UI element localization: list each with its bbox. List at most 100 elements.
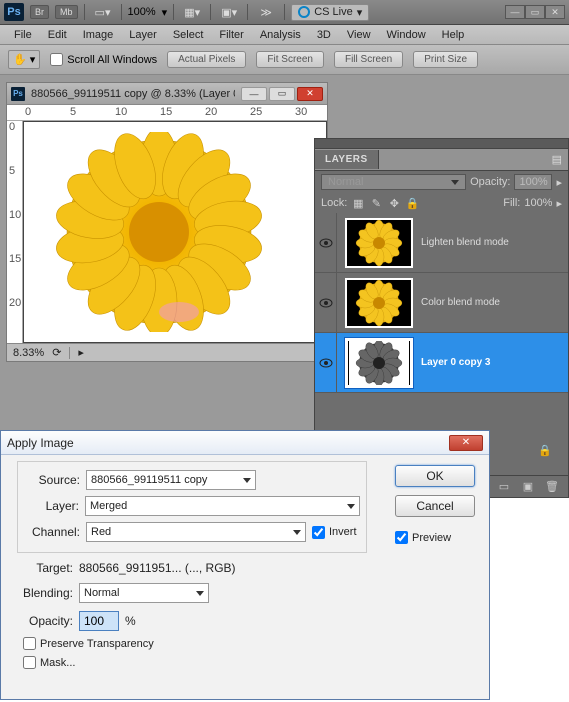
more-icon[interactable]: ≫ — [254, 3, 278, 21]
fill-screen-button[interactable]: Fill Screen — [334, 51, 403, 68]
fill-field[interactable]: 100% — [524, 197, 552, 209]
menu-analysis[interactable]: Analysis — [252, 26, 309, 44]
fit-screen-button[interactable]: Fit Screen — [256, 51, 324, 68]
status-arrow-icon[interactable]: ⟳ — [52, 346, 61, 359]
panel-menu-icon[interactable]: ▤ — [546, 153, 568, 166]
options-bar: ✋ ▾ Scroll All Windows Actual Pixels Fit… — [0, 45, 569, 75]
document-title: 880566_99119511 copy @ 8.33% (Layer 0 c.… — [31, 88, 235, 100]
actual-pixels-button[interactable]: Actual Pixels — [167, 51, 246, 68]
doc-close[interactable]: ✕ — [297, 87, 323, 101]
photoshop-icon: Ps — [4, 3, 24, 21]
layer-name[interactable]: Lighten blend mode — [421, 237, 509, 248]
menu-file[interactable]: File — [6, 26, 40, 44]
preserve-checkbox[interactable]: Preserve Transparency — [23, 637, 154, 650]
app-maximize[interactable]: ▭ — [525, 5, 545, 19]
app-close[interactable]: ✕ — [545, 5, 565, 19]
hand-tool-icon[interactable]: ✋ ▾ — [8, 50, 40, 69]
preview-checkbox[interactable]: Preview — [395, 531, 475, 544]
app-zoom[interactable]: 100% — [128, 6, 156, 18]
menu-layer[interactable]: Layer — [121, 26, 165, 44]
layer-row[interactable]: Layer 0 copy 3 — [315, 333, 568, 393]
menu-3d[interactable]: 3D — [309, 26, 339, 44]
status-info-icon[interactable]: ▸ — [78, 346, 84, 359]
menu-window[interactable]: Window — [379, 26, 434, 44]
canvas[interactable] — [23, 121, 327, 343]
source-label: Source: — [24, 473, 80, 487]
channel-select[interactable]: Red — [86, 522, 306, 542]
menu-select[interactable]: Select — [165, 26, 212, 44]
channel-label: Channel: — [24, 525, 80, 539]
layer-thumbnail[interactable] — [345, 338, 413, 388]
doc-maximize[interactable]: ▭ — [269, 87, 295, 101]
app-window-buttons: ― ▭ ✕ — [505, 5, 565, 19]
blending-label: Blending: — [17, 586, 73, 600]
layer-row[interactable]: Lighten blend mode — [315, 213, 568, 273]
lock-label: Lock: — [321, 197, 347, 209]
new-layer-icon[interactable]: ▣ — [520, 480, 536, 494]
menu-image[interactable]: Image — [75, 26, 122, 44]
layer-group-icon[interactable]: ▭ — [496, 480, 512, 494]
document-icon: Ps — [11, 87, 25, 101]
document-window: Ps 880566_99119511 copy @ 8.33% (Layer 0… — [6, 82, 328, 362]
lock-transparency-icon[interactable]: ▦ — [351, 196, 365, 210]
cslive-button[interactable]: CS Live▾ — [291, 4, 369, 21]
panel-grip[interactable] — [315, 139, 568, 149]
layer-thumbnail[interactable] — [345, 278, 413, 328]
print-size-button[interactable]: Print Size — [413, 51, 478, 68]
ruler-vertical[interactable]: 0 5 10 15 20 — [7, 121, 23, 343]
flower-image — [54, 132, 264, 332]
visibility-toggle[interactable] — [315, 273, 337, 332]
menu-edit[interactable]: Edit — [40, 26, 75, 44]
apply-image-dialog: Apply Image ✕ Source: 880566_99119511 co… — [0, 430, 490, 700]
layer-name[interactable]: Layer 0 copy 3 — [421, 357, 490, 368]
main-menubar: File Edit Image Layer Select Filter Anal… — [0, 25, 569, 45]
opacity-field[interactable]: 100% — [514, 174, 552, 190]
source-select[interactable]: 880566_99119511 copy — [86, 470, 256, 490]
ruler-horizontal[interactable]: 0 5 10 15 20 25 30 — [7, 105, 327, 121]
extras-icon[interactable]: ▣▾ — [217, 3, 241, 21]
invert-checkbox[interactable]: Invert — [312, 526, 357, 539]
menu-filter[interactable]: Filter — [211, 26, 251, 44]
blend-mode-select[interactable]: Normal — [321, 174, 466, 190]
menu-view[interactable]: View — [339, 26, 379, 44]
target-label: Target: — [17, 561, 73, 575]
dialog-titlebar[interactable]: Apply Image ✕ — [1, 431, 489, 455]
layer-list: Lighten blend mode Color blend mode Laye… — [315, 213, 568, 393]
visibility-toggle[interactable] — [315, 213, 337, 272]
document-statusbar: 8.33% ⟳ ▸ — [7, 343, 327, 361]
layers-tab[interactable]: LAYERS — [315, 150, 379, 169]
delete-layer-icon[interactable]: 🗑 — [544, 480, 560, 494]
doc-minimize[interactable]: ― — [241, 87, 267, 101]
lock-position-icon[interactable]: ✥ — [387, 196, 401, 210]
mask-checkbox[interactable]: Mask... — [23, 656, 75, 669]
opacity-label: Opacity: — [470, 176, 510, 188]
screen-mode-icon[interactable]: ▭▾ — [91, 3, 115, 21]
layer-name[interactable]: Color blend mode — [421, 297, 500, 308]
lock-all-icon[interactable]: 🔒 — [405, 196, 419, 210]
arrange-icon[interactable]: ▦▾ — [180, 3, 204, 21]
visibility-toggle[interactable] — [315, 333, 337, 392]
zoom-value[interactable]: 8.33% — [13, 347, 44, 359]
fill-label: Fill: — [503, 197, 520, 209]
menu-help[interactable]: Help — [434, 26, 473, 44]
app-minimize[interactable]: ― — [505, 5, 525, 19]
blending-select[interactable]: Normal — [79, 583, 209, 603]
layer-row[interactable]: Color blend mode — [315, 273, 568, 333]
lock-icon: 🔒 — [538, 444, 552, 457]
layer-select[interactable]: Merged — [85, 496, 360, 516]
lock-pixels-icon[interactable]: ✎ — [369, 196, 383, 210]
layer-label: Layer: — [24, 499, 79, 513]
cancel-button[interactable]: Cancel — [395, 495, 475, 517]
minibridge-chip[interactable]: Mb — [55, 5, 78, 19]
ok-button[interactable]: OK — [395, 465, 475, 487]
document-titlebar[interactable]: Ps 880566_99119511 copy @ 8.33% (Layer 0… — [7, 83, 327, 105]
bridge-chip[interactable]: Br — [30, 5, 49, 19]
opacity-input[interactable] — [79, 611, 119, 631]
scroll-all-checkbox[interactable]: Scroll All Windows — [50, 53, 157, 66]
target-value: 880566_9911951... (..., RGB) — [79, 561, 236, 575]
pct-label: % — [125, 614, 136, 628]
dialog-close-button[interactable]: ✕ — [449, 435, 483, 451]
dialog-title: Apply Image — [7, 436, 449, 450]
opacity-label: Opacity: — [17, 614, 73, 628]
layer-thumbnail[interactable] — [345, 218, 413, 268]
